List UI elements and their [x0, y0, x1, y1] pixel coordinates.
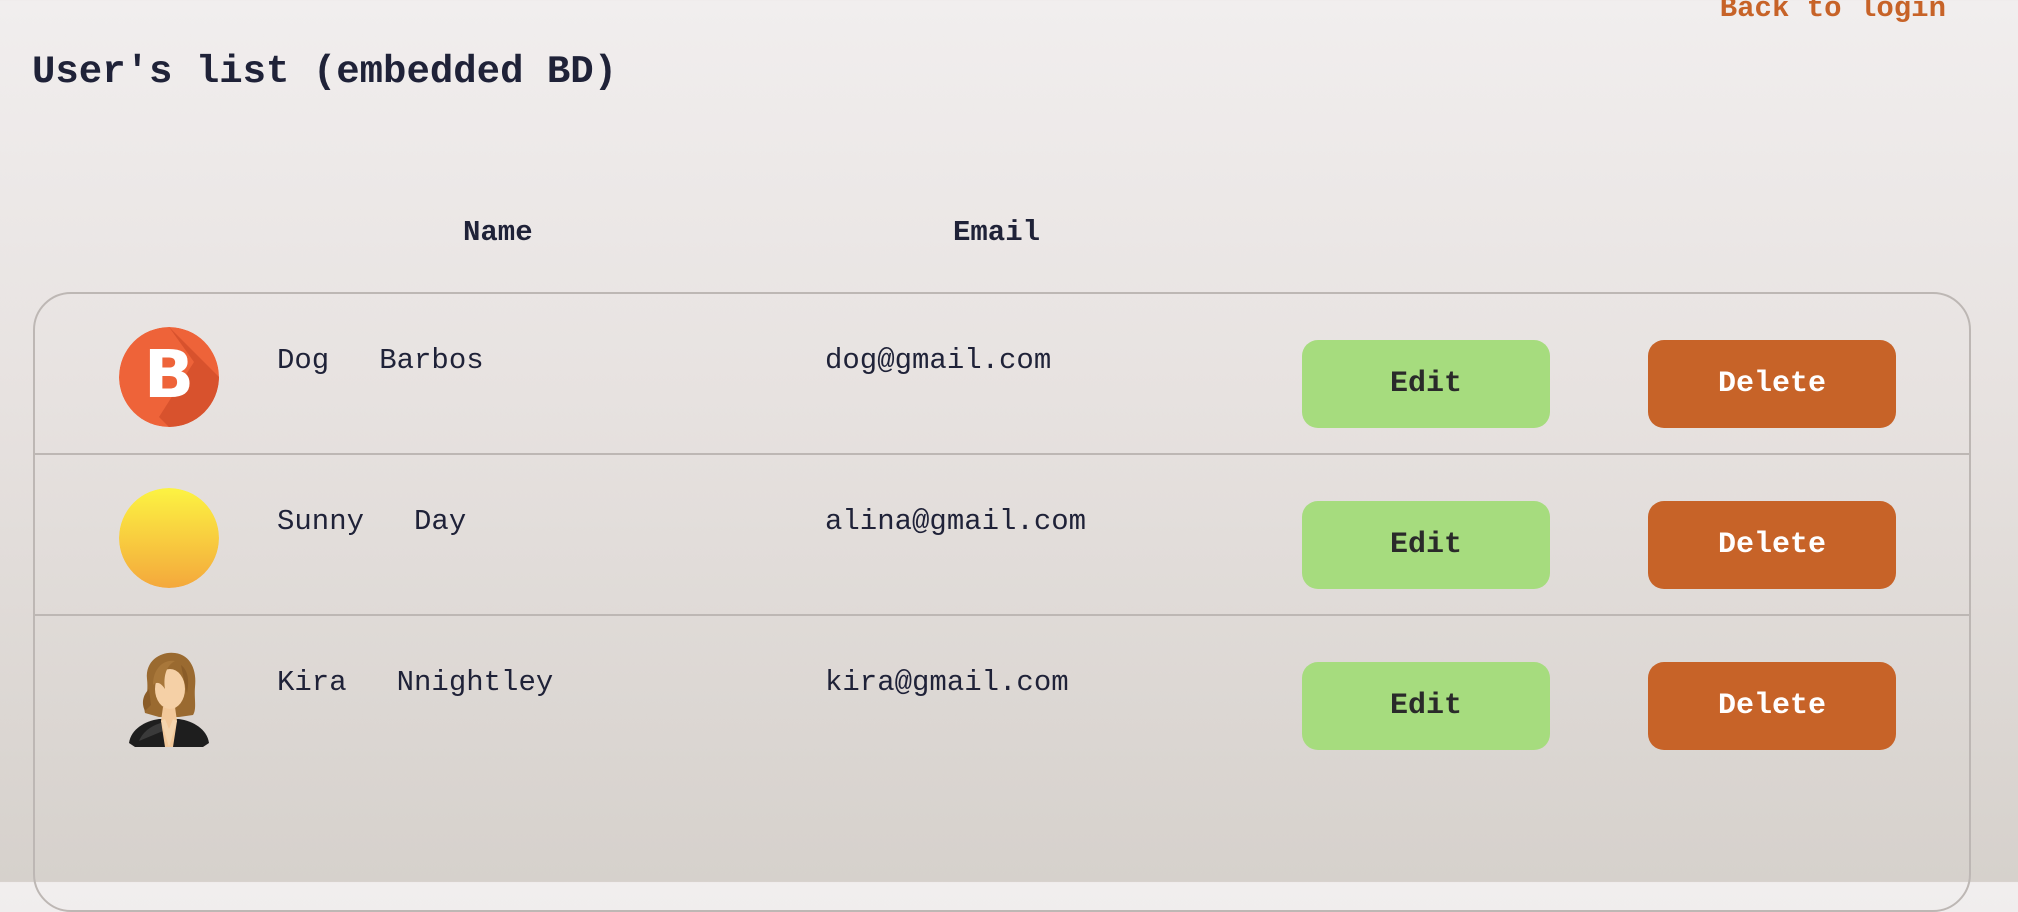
back-to-login-link[interactable]: Back to login	[1720, 0, 1946, 25]
user-first-name: Kira	[277, 666, 347, 699]
user-name: Sunny Day	[277, 505, 466, 538]
user-last-name: Day	[414, 505, 467, 538]
svg-text:B: B	[144, 336, 194, 413]
user-first-name: Sunny	[277, 505, 365, 538]
user-list-panel: B Dog Barbos dog@gmail.com Edit Delete Su…	[33, 292, 1971, 912]
column-header-name: Name	[463, 216, 533, 249]
letter-b-avatar: B	[119, 327, 219, 427]
edit-button[interactable]: Edit	[1302, 340, 1550, 428]
edit-button[interactable]: Edit	[1302, 662, 1550, 750]
woman-avatar	[119, 649, 219, 749]
user-name: Dog Barbos	[277, 344, 484, 377]
delete-button[interactable]: Delete	[1648, 662, 1896, 750]
user-email: kira@gmail.com	[825, 666, 1069, 699]
user-last-name: Barbos	[379, 344, 484, 377]
delete-button[interactable]: Delete	[1648, 501, 1896, 589]
user-last-name: Nnightley	[396, 666, 554, 699]
column-header-email: Email	[953, 216, 1041, 249]
delete-button[interactable]: Delete	[1648, 340, 1896, 428]
user-email: dog@gmail.com	[825, 344, 1052, 377]
user-row: Kira Nnightley kira@gmail.com Edit Delete	[35, 616, 1969, 777]
sun-gradient-avatar	[119, 488, 219, 588]
user-name: Kira Nnightley	[277, 666, 553, 699]
edit-button[interactable]: Edit	[1302, 501, 1550, 589]
user-email: alina@gmail.com	[825, 505, 1087, 538]
user-first-name: Dog	[277, 344, 330, 377]
user-row: Sunny Day alina@gmail.com Edit Delete	[35, 455, 1969, 616]
page-title: User's list (embedded BD)	[32, 50, 618, 94]
user-row: B Dog Barbos dog@gmail.com Edit Delete	[35, 294, 1969, 455]
